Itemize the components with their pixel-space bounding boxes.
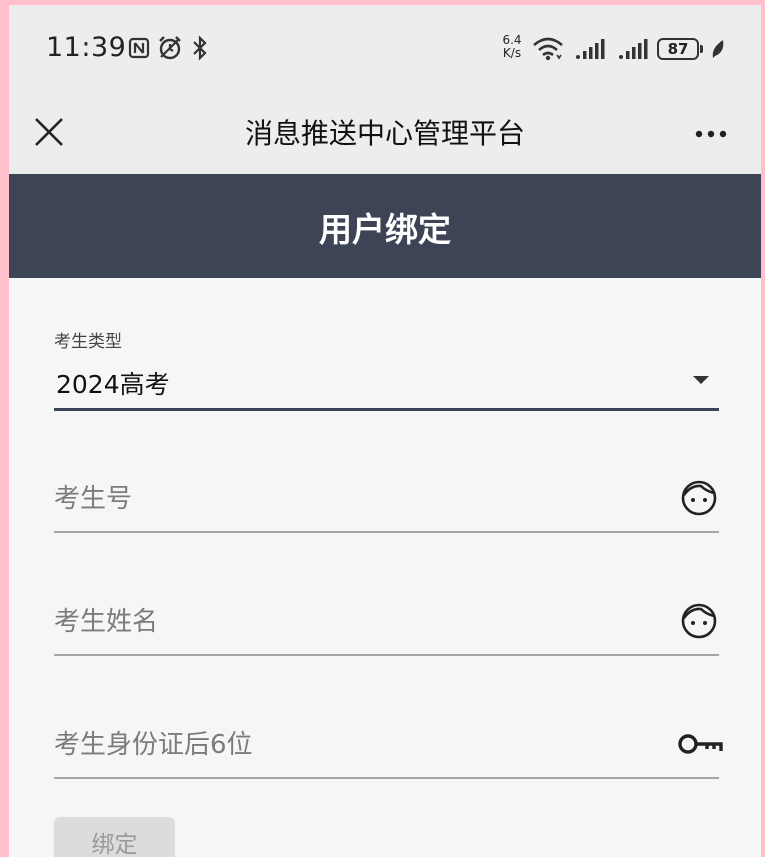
phone-screen: 11:39 6.4 K/s 87 消息推送中心管理平台 用户绑定 考生类型 20… xyxy=(9,5,761,857)
face-icon xyxy=(681,480,717,516)
nav-bar: 消息推送中心管理平台 xyxy=(9,90,761,174)
wifi-icon xyxy=(533,37,563,61)
leaf-icon xyxy=(712,40,724,58)
input-underline xyxy=(54,654,719,656)
battery-level: 87 xyxy=(667,40,689,58)
input-underline xyxy=(54,531,719,533)
alarm-icon xyxy=(159,36,181,60)
net-speed: 6.4 K/s xyxy=(498,34,526,60)
key-icon xyxy=(678,734,723,754)
bind-button[interactable]: 绑定 xyxy=(54,817,175,857)
candidate-name-field xyxy=(54,597,719,657)
id-suffix-input[interactable] xyxy=(54,720,654,770)
net-speed-unit: K/s xyxy=(502,46,522,60)
bluetooth-icon xyxy=(193,35,207,61)
status-time: 11:39 xyxy=(46,32,127,63)
id-suffix-field xyxy=(54,720,723,780)
select-underline xyxy=(54,408,719,411)
battery-icon: 87 xyxy=(657,38,703,60)
nfc-icon xyxy=(128,37,150,59)
page-title: 消息推送中心管理平台 xyxy=(244,117,525,150)
face-icon xyxy=(681,603,717,639)
section-title: 用户绑定 xyxy=(319,210,451,249)
dropdown-arrow-icon[interactable] xyxy=(693,376,709,384)
status-bar: 11:39 6.4 K/s 87 xyxy=(9,5,761,90)
candidate-name-input[interactable] xyxy=(54,597,654,647)
candidate-type-value: 2024高考 xyxy=(56,370,170,399)
signal-icon xyxy=(619,39,648,59)
more-button[interactable] xyxy=(689,112,737,152)
header-band: 用户绑定 xyxy=(9,174,761,278)
candidate-type-label: 考生类型 xyxy=(54,332,122,352)
input-underline xyxy=(54,777,719,779)
candidate-number-field xyxy=(54,474,719,534)
signal-icon xyxy=(576,39,605,59)
candidate-type-select[interactable]: 考生类型 2024高考 xyxy=(54,327,719,413)
more-icon xyxy=(695,130,727,138)
candidate-number-input[interactable] xyxy=(54,474,654,524)
